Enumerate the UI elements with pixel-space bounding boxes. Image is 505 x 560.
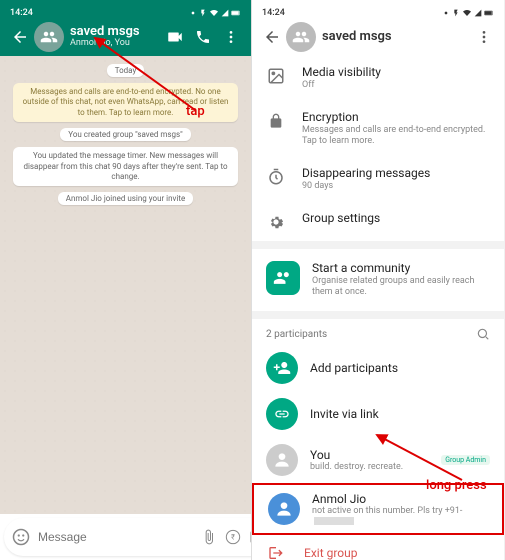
group-info-screen: 14:24 saved msgs Media visibilityOff [252,0,504,560]
chat-screen: 14:24 saved msgs Anmol Jio, You [0,0,252,560]
date-pill: Today [107,64,145,77]
group-settings-row[interactable]: Group settings [252,202,504,241]
voice-call-icon[interactable] [189,23,217,51]
group-avatar[interactable] [34,22,64,52]
more-icon[interactable] [217,23,245,51]
attach-icon[interactable] [201,529,217,545]
joined-pill: Anmol Jio joined using your invite [58,192,193,205]
encryption-notice[interactable]: Messages and calls are end-to-end encryp… [13,83,238,122]
avatar [266,444,298,476]
svg-text:₹: ₹ [231,533,235,542]
lock-icon [266,111,286,131]
rupee-icon[interactable]: ₹ [225,529,241,545]
add-icon [266,352,298,384]
community-row[interactable]: Start a communityOrganise related groups… [252,249,504,311]
settings-body: Media visibilityOff EncryptionMessages a… [252,56,504,560]
message-input-box[interactable]: ₹ [4,518,252,556]
admin-badge: Group Admin [441,455,490,465]
add-participants-row[interactable]: Add participants [252,345,504,391]
member-you[interactable]: Youbuild. destroy. recreate. Group Admin [252,437,504,483]
participants-header: 2 participants [252,319,504,345]
status-time-right: 14:24 [262,8,285,18]
exit-icon [266,545,286,560]
gear-icon [266,212,286,232]
status-icons [189,9,241,17]
disappearing-row[interactable]: Disappearing messages90 days [252,157,504,202]
chat-title-block[interactable]: saved msgs Anmol Jio, You [70,25,161,49]
more-icon[interactable] [470,23,498,51]
created-pill: You created group "saved msgs" [60,128,190,141]
back-icon[interactable] [6,23,34,51]
avatar [268,493,300,525]
media-visibility-row[interactable]: Media visibilityOff [252,56,504,101]
status-bar-right: 14:24 [252,4,504,22]
info-title: saved msgs [322,30,470,44]
timer-icon [266,167,286,187]
back-icon[interactable] [258,23,286,51]
invite-link-row[interactable]: Invite via link [252,391,504,437]
status-icons-right [442,9,494,17]
input-bar: ₹ [4,518,247,556]
image-icon [266,66,286,86]
chat-body: Today Messages and calls are end-to-end … [0,56,251,514]
video-call-icon[interactable] [161,23,189,51]
chat-subtitle: Anmol Jio, You [70,39,161,49]
group-avatar[interactable] [286,22,316,52]
status-bar: 14:24 [0,4,251,22]
encryption-row[interactable]: EncryptionMessages and calls are end-to-… [252,101,504,157]
timer-pill[interactable]: You updated the message timer. New messa… [13,147,238,186]
status-time: 14:24 [10,8,33,18]
search-icon[interactable] [476,327,490,341]
exit-group-row[interactable]: Exit group [252,535,504,560]
emoji-icon[interactable] [12,528,30,546]
link-icon [266,398,298,430]
community-icon [266,261,300,295]
chat-title: saved msgs [70,25,161,39]
member-anmol[interactable]: Anmol Jionot active on this number. Pls … [252,483,504,535]
message-input[interactable] [38,530,193,544]
